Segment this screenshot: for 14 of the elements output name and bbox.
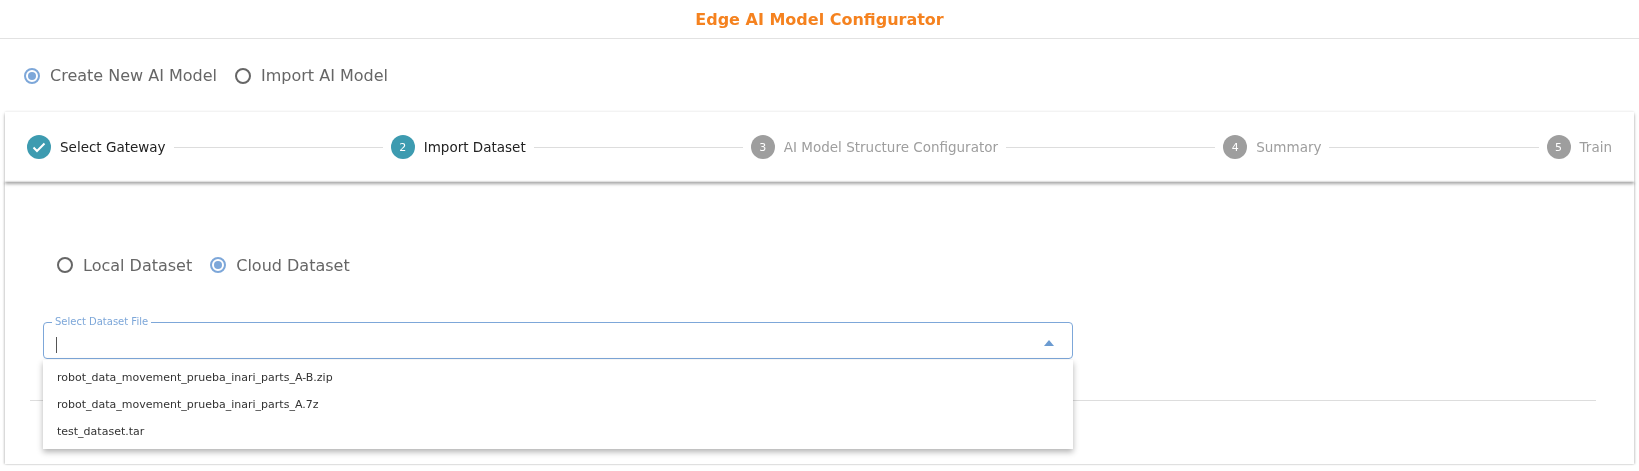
mode-radio[interactable]: Import AI Model <box>235 66 388 85</box>
step-number: 3 <box>750 135 775 159</box>
dataset-radio[interactable]: Cloud Dataset <box>210 255 350 275</box>
dataset-radio[interactable]: Local Dataset <box>57 255 193 275</box>
step-number: 5 <box>1546 135 1571 159</box>
menu-item[interactable]: robot_data_movement_prueba_inari_parts_A.7z <box>43 391 1073 418</box>
mode-radio[interactable]: Create New AI Model <box>24 66 218 85</box>
step-number: 2 <box>390 135 415 159</box>
menu-item[interactable]: test_dataset.tar <box>43 418 1073 445</box>
app-title: Edge AI Model Configurator <box>695 9 944 29</box>
step-number: 4 <box>1223 135 1248 159</box>
step[interactable]: Select Gateway <box>27 135 166 159</box>
menu-item[interactable]: robot_data_movement_prueba_inari_parts_A-B.zip <box>43 364 1073 391</box>
step[interactable]: 2 Import Dataset <box>390 135 526 159</box>
